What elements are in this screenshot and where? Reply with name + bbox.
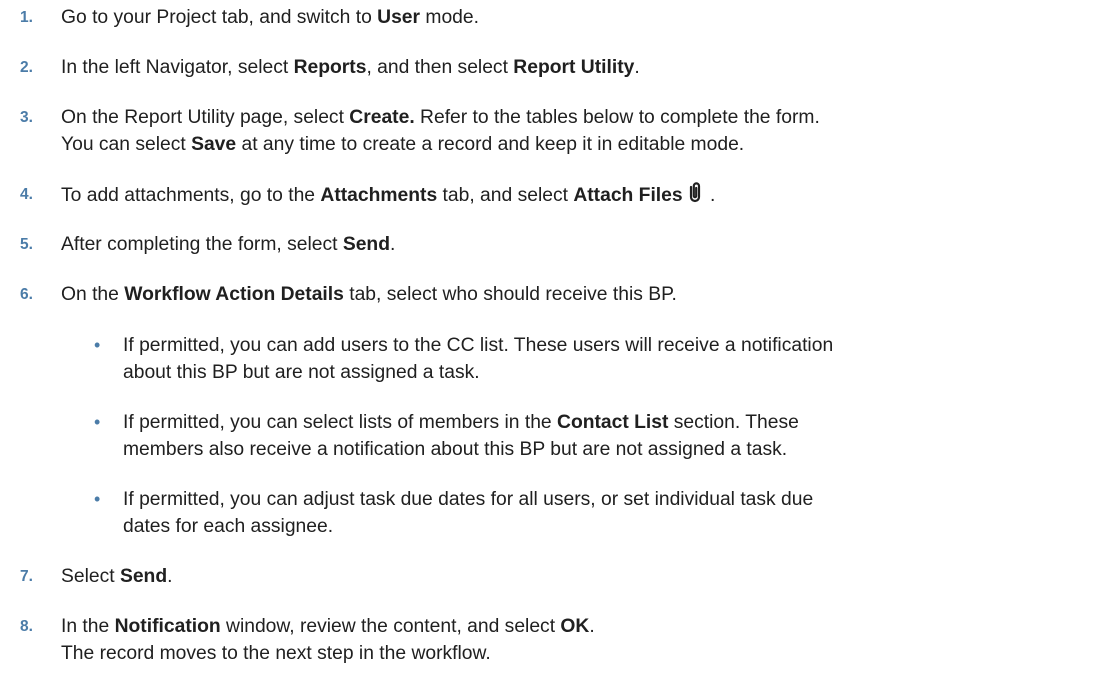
bullet-text: about this BP but are not assigned a tas…: [123, 362, 480, 383]
text-segment: To add attachments, go to the: [61, 185, 321, 206]
ui-term-notification: Notification: [114, 616, 221, 637]
step-number: 8.: [20, 618, 33, 635]
text-segment: Select: [61, 566, 120, 587]
text-segment: After completing the form, select: [61, 234, 343, 255]
step-text: After completing the form, select Send.: [61, 231, 1109, 258]
text-segment: tab, select who should receive this BP.: [343, 284, 677, 305]
step-text: On the Workflow Action Details tab, sele…: [61, 281, 1109, 308]
bullet-marker: •: [94, 412, 101, 432]
text-segment: You can select: [61, 134, 192, 155]
step-text: In the Notification window, review the c…: [61, 613, 1109, 640]
text-segment: In the left Navigator, select: [61, 57, 294, 78]
paperclip-icon: [689, 182, 700, 203]
step-text: In the left Navigator, select Reports, a…: [61, 54, 1109, 81]
text-segment: section. These: [668, 412, 799, 433]
ui-term-report-utility: Report Utility: [513, 57, 635, 78]
bullet-text: dates for each assignee.: [123, 516, 334, 537]
ui-term-reports: Reports: [293, 57, 367, 78]
text-segment: mode.: [420, 7, 479, 28]
ui-term-attachments: Attachments: [320, 185, 438, 206]
ui-term-workflow-action-details: Workflow Action Details: [124, 284, 344, 305]
step-text: Go to your Project tab, and switch to Us…: [61, 4, 1109, 31]
step-text: To add attachments, go to the Attachment…: [61, 181, 1109, 209]
text-segment: .: [589, 616, 595, 637]
step-number: 7.: [20, 568, 33, 585]
bullet-text: If permitted, you can select lists of me…: [123, 409, 1109, 436]
text-segment: Refer to the tables below to complete th…: [414, 107, 820, 128]
text-segment: In the: [61, 616, 115, 637]
step-number: 5.: [20, 236, 33, 253]
procedure-document: 1. Go to your Project tab, and switch to…: [0, 0, 1119, 683]
text-segment: .: [389, 234, 396, 255]
step-text: Select Send.: [61, 563, 1109, 590]
ui-term-user: User: [377, 7, 421, 28]
ui-term-attach-files: Attach Files: [573, 185, 683, 206]
bullet-text: If permitted, you can adjust task due da…: [123, 489, 814, 510]
ui-term-contact-list: Contact List: [557, 412, 669, 433]
text-segment: window, review the content, and select: [220, 616, 561, 637]
bullet-text: members also receive a notification abou…: [123, 439, 788, 460]
step-number: 3.: [20, 109, 33, 126]
step-text: On the Report Utility page, select Creat…: [61, 104, 1109, 131]
ui-term-ok: OK: [560, 616, 590, 637]
bullet-marker: •: [94, 335, 101, 355]
text-segment: .: [167, 566, 173, 587]
text-segment: .: [704, 185, 716, 206]
text-segment: tab, and select: [437, 185, 574, 206]
ui-term-create: Create.: [349, 107, 415, 128]
text-segment: If permitted, you can select lists of me…: [123, 412, 558, 433]
text-segment: , and then select: [366, 57, 514, 78]
step-text: The record moves to the next step in the…: [61, 643, 491, 664]
step-number: 2.: [20, 59, 33, 76]
text-segment: .: [634, 57, 640, 78]
step-number: 4.: [20, 186, 33, 203]
text-segment: at any time to create a record and keep …: [236, 134, 745, 155]
bullet-text: If permitted, you can add users to the C…: [123, 335, 834, 356]
step-number: 1.: [20, 9, 33, 26]
step-number: 6.: [20, 286, 33, 303]
text-segment: On the Report Utility page, select: [61, 107, 350, 128]
step-text: You can select Save at any time to creat…: [61, 131, 1109, 158]
bullet-marker: •: [94, 489, 101, 509]
ui-term-send: Send: [342, 234, 390, 255]
text-segment: Go to your Project tab, and switch to: [61, 7, 378, 28]
ui-term-save: Save: [191, 134, 237, 155]
text-segment: On the: [61, 284, 125, 305]
ui-term-send: Send: [119, 566, 168, 587]
